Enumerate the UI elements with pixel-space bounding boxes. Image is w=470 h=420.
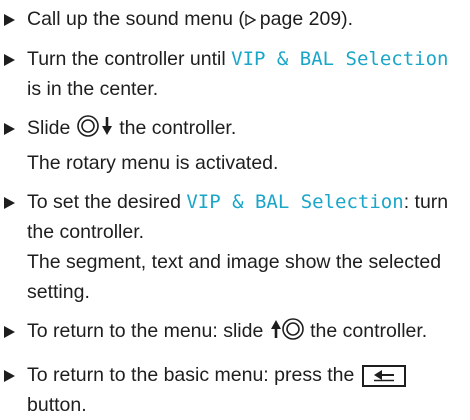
step-sound-menu: Call up the sound menu ( page 209). — [4, 4, 466, 35]
bullet-icon — [4, 14, 15, 26]
step-return-menu: To return to the menu: slide the control… — [4, 316, 466, 351]
step-text: To set the desired — [27, 191, 187, 213]
page-reference-icon — [245, 5, 257, 35]
step-set-selection: To set the desired VIP & BAL Selection: … — [4, 187, 466, 307]
step-result: The segment, text and image show the sel… — [27, 251, 442, 303]
menu-item-label: VIP & BAL Selection — [231, 48, 449, 70]
step-text: Slide — [27, 117, 76, 139]
instruction-list: Call up the sound menu ( page 209). Turn… — [4, 4, 466, 420]
step-text: Turn the controller until — [27, 48, 232, 70]
bullet-icon — [4, 123, 15, 135]
bullet-icon — [4, 326, 15, 338]
page-reference: page 209 — [259, 8, 342, 30]
step-text: To return to the menu: slide — [27, 320, 269, 342]
step-text: the controller. — [304, 320, 428, 342]
bullet-icon — [4, 197, 15, 209]
step-result: The rotary menu is activated. — [27, 152, 279, 174]
step-text: the controller. — [113, 117, 237, 139]
bullet-icon — [4, 370, 15, 382]
controller-slide-up-icon — [269, 316, 305, 351]
step-return-basic-menu: To return to the basic menu: press the b… — [4, 360, 466, 420]
menu-item-label: VIP & BAL Selection — [186, 191, 404, 213]
step-text: is in the center. — [27, 78, 159, 100]
step-text: button. — [27, 394, 87, 416]
back-button-icon — [361, 365, 406, 387]
step-text: Call up the sound menu ( — [27, 8, 245, 30]
bullet-icon — [4, 54, 15, 66]
step-text: ). — [341, 8, 354, 30]
step-turn-controller: Turn the controller until VIP & BAL Sele… — [4, 44, 466, 104]
step-slide-controller: Slide the controller. The rotary menu is … — [4, 113, 466, 178]
step-text: To return to the basic menu: press the — [27, 364, 360, 386]
controller-slide-down-icon — [76, 113, 114, 148]
